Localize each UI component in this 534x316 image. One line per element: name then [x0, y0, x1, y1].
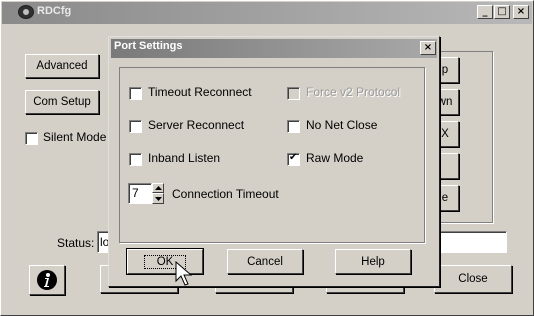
maximize-button[interactable]: □ [494, 5, 510, 19]
port-settings-dialog: Port Settings × Timeout Reconnect Server… [108, 36, 440, 287]
silent-mode-checkbox[interactable] [25, 132, 38, 145]
inband-listen-checkbox[interactable] [129, 153, 142, 166]
arrow-down-icon [154, 196, 162, 201]
com-setup-button[interactable]: Com Setup [25, 90, 99, 114]
help-button[interactable]: Help [335, 249, 411, 274]
cancel-button[interactable]: Cancel [227, 249, 303, 274]
raw-mode-label: Raw Mode [306, 151, 364, 165]
connection-timeout-label: Connection Timeout [172, 187, 279, 201]
advanced-button[interactable]: Advanced [25, 54, 99, 78]
arrow-up-icon [154, 186, 162, 190]
main-title-bar[interactable] [2, 2, 532, 24]
spin-down-button[interactable] [152, 193, 164, 204]
inband-listen-label: Inband Listen [148, 151, 221, 165]
force-v2-protocol-checkbox [287, 87, 300, 100]
info-button[interactable] [29, 265, 65, 295]
no-net-close-checkbox[interactable] [287, 120, 300, 133]
close-icon: × [423, 42, 433, 53]
server-reconnect-label: Server Reconnect [148, 118, 245, 132]
silent-mode-label: Silent Mode [43, 130, 107, 144]
dialog-title: Port Settings [114, 40, 183, 52]
timeout-reconnect-checkbox[interactable] [129, 87, 142, 100]
app-icon [18, 5, 34, 19]
raw-mode-checkbox[interactable] [287, 152, 300, 166]
info-icon [37, 270, 57, 290]
timeout-reconnect-label: Timeout Reconnect [148, 85, 252, 99]
close-window-button[interactable]: × [513, 5, 529, 19]
main-window-title: RDCfg [37, 5, 72, 17]
maximize-icon: □ [497, 6, 507, 17]
connection-timeout-input[interactable]: 7 [128, 183, 152, 204]
close-icon: × [516, 6, 526, 17]
no-net-close-label: No Net Close [306, 118, 378, 132]
connection-timeout-spinner[interactable] [152, 183, 164, 204]
minimize-icon: _ [482, 6, 488, 17]
mouse-cursor-icon [175, 261, 193, 286]
server-reconnect-checkbox[interactable] [129, 120, 142, 133]
close-button[interactable]: Close [434, 265, 512, 293]
dialog-close-button[interactable]: × [420, 41, 436, 55]
status-label: Status: [57, 236, 95, 250]
minimize-button[interactable]: _ [477, 5, 493, 19]
connection-timeout-value: 7 [132, 186, 139, 200]
force-v2-protocol-label: Force v2 Protocol [306, 85, 401, 99]
spin-up-button[interactable] [152, 183, 164, 193]
